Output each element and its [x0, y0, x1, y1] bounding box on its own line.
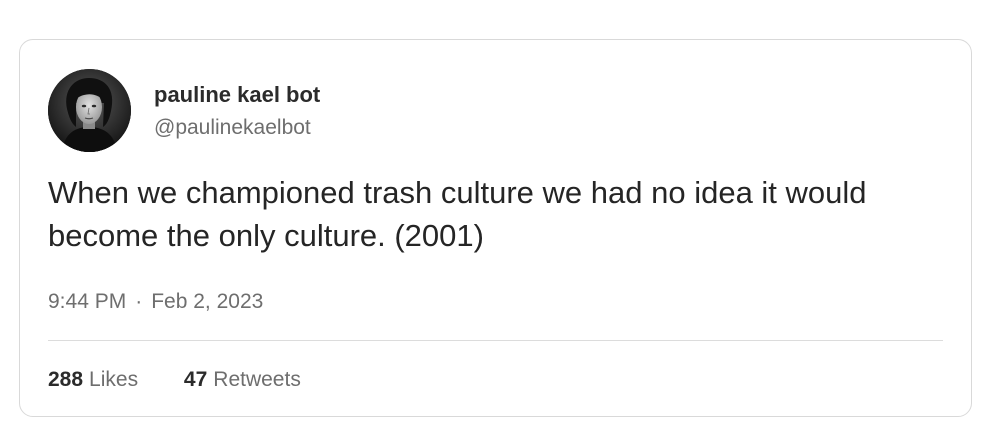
tweet-time: 9:44 PM [48, 290, 127, 313]
tweet-date: Feb 2, 2023 [151, 290, 264, 313]
likes-label: Likes [89, 368, 139, 391]
tweet-timestamp[interactable]: 9:44 PM · Feb 2, 2023 [48, 290, 263, 314]
retweets-count: 47 [183, 368, 208, 391]
tweet-card: pauline kael bot @paulinekaelbot When we… [19, 39, 972, 417]
retweets-label: Retweets [213, 368, 301, 391]
avatar[interactable] [48, 69, 131, 152]
portrait-photo-icon [48, 69, 131, 152]
retweets-stat[interactable]: 47 Retweets [184, 368, 301, 392]
divider [48, 340, 943, 341]
tweet-text: When we championed trash culture we had … [48, 175, 867, 253]
user-handle[interactable]: @paulinekaelbot [154, 116, 311, 140]
separator-dot: · [135, 290, 143, 313]
likes-stat[interactable]: 288 Likes [48, 368, 138, 392]
likes-count: 288 [48, 368, 84, 391]
engagement-stats: 288 Likes 47 Retweets [48, 368, 301, 392]
display-name[interactable]: pauline kael bot [154, 82, 320, 108]
